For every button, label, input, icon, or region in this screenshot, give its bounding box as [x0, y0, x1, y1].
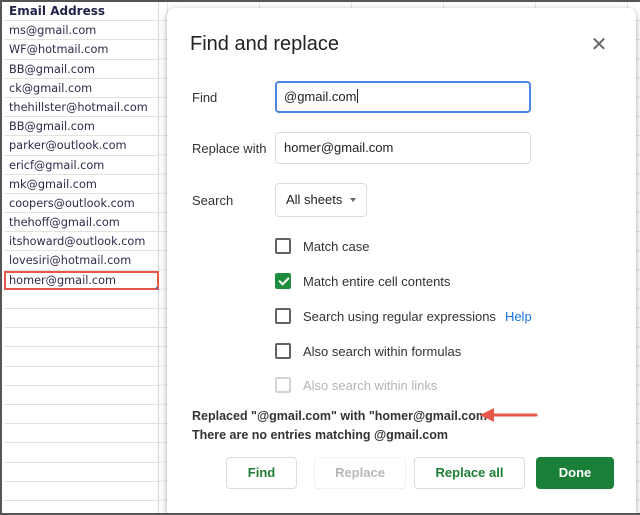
dropdown-arrow-icon — [350, 198, 357, 202]
cell[interactable]: WF@hotmail.com — [4, 40, 159, 60]
checkbox-unchecked-icon[interactable] — [275, 238, 291, 254]
option-label: Match entire cell contents — [303, 273, 451, 289]
empty-cell[interactable] — [4, 481, 159, 501]
help-link[interactable]: Help — [505, 309, 532, 324]
replace-label: Replace with — [192, 141, 267, 156]
checkbox-disabled-icon — [275, 377, 291, 393]
close-icon[interactable]: ✕ — [588, 34, 610, 56]
cell[interactable]: lovesiri@hotmail.com — [4, 251, 159, 271]
find-input-value: @gmail.com — [284, 89, 357, 104]
empty-cell[interactable] — [4, 366, 159, 386]
cell[interactable]: mk@gmail.com — [4, 174, 159, 194]
empty-cell[interactable] — [4, 404, 159, 425]
search-scope-select[interactable]: All sheets — [275, 183, 368, 217]
empty-cell[interactable] — [4, 289, 159, 309]
replace-button[interactable]: Replace — [314, 457, 406, 489]
option-search-formulas[interactable]: Also search within formulas — [275, 341, 461, 361]
cell[interactable]: ms@gmail.com — [4, 21, 159, 41]
find-input[interactable]: @gmail.com — [275, 81, 531, 113]
find-button[interactable]: Find — [226, 457, 297, 489]
cell[interactable]: itshoward@outlook.com — [4, 232, 159, 252]
empty-cell[interactable] — [4, 328, 159, 348]
option-label: Also search within links — [303, 377, 438, 393]
column-a: Email Address ms@gmail.com WF@hotmail.co… — [4, 2, 159, 513]
find-label: Find — [192, 90, 218, 105]
status-replaced: Replaced "@gmail.com" with "homer@gmail.… — [192, 409, 493, 423]
empty-cell[interactable] — [4, 347, 159, 367]
checkbox-unchecked-icon[interactable] — [275, 343, 291, 359]
empty-cell[interactable] — [4, 500, 159, 513]
selected-cell[interactable]: homer@gmail.com — [4, 270, 159, 290]
empty-cell[interactable] — [4, 309, 159, 329]
cell[interactable]: thehoff@gmail.com — [4, 213, 159, 233]
cell[interactable]: ericf@gmail.com — [4, 155, 159, 175]
checkbox-unchecked-icon[interactable] — [275, 308, 291, 324]
cell[interactable]: thehillster@hotmail.com — [4, 97, 159, 118]
cell[interactable]: BB@gmail.com — [4, 117, 159, 137]
status-no-entries: There are no entries matching @gmail.com — [192, 428, 449, 442]
empty-cell[interactable] — [4, 385, 159, 405]
option-label: Search using regular expressions — [303, 308, 496, 324]
option-regex[interactable]: Search using regular expressions Help — [275, 306, 532, 326]
cell[interactable]: coopers@outlook.com — [4, 193, 159, 214]
checkbox-checked-icon[interactable] — [275, 273, 291, 289]
find-replace-dialog: Find and replace ✕ Find @gmail.com Repla… — [167, 8, 636, 513]
cell[interactable]: BB@gmail.com — [4, 59, 159, 79]
option-match-case[interactable]: Match case — [275, 236, 369, 256]
empty-cell[interactable] — [4, 424, 159, 444]
cell[interactable]: ck@gmail.com — [4, 78, 159, 98]
replace-all-button[interactable]: Replace all — [414, 457, 525, 489]
text-caret — [357, 89, 359, 103]
done-button[interactable]: Done — [536, 457, 614, 489]
dialog-title: Find and replace — [190, 33, 339, 55]
column-header-email[interactable]: Email Address — [4, 2, 159, 22]
replace-input[interactable]: homer@gmail.com — [275, 132, 531, 164]
screenshot-frame: Email Address ms@gmail.com WF@hotmail.co… — [0, 0, 640, 515]
option-label: Also search within formulas — [303, 343, 462, 359]
empty-cell[interactable] — [4, 443, 159, 463]
empty-cell[interactable] — [4, 462, 159, 482]
option-search-links: Also search within links — [275, 375, 437, 395]
option-match-entire-cell[interactable]: Match entire cell contents — [275, 271, 450, 291]
option-label: Match case — [303, 238, 370, 254]
search-label: Search — [192, 193, 234, 208]
annotation-arrow-icon — [480, 408, 538, 422]
cell[interactable]: parker@outlook.com — [4, 136, 159, 156]
search-scope-value: All sheets — [286, 192, 343, 207]
